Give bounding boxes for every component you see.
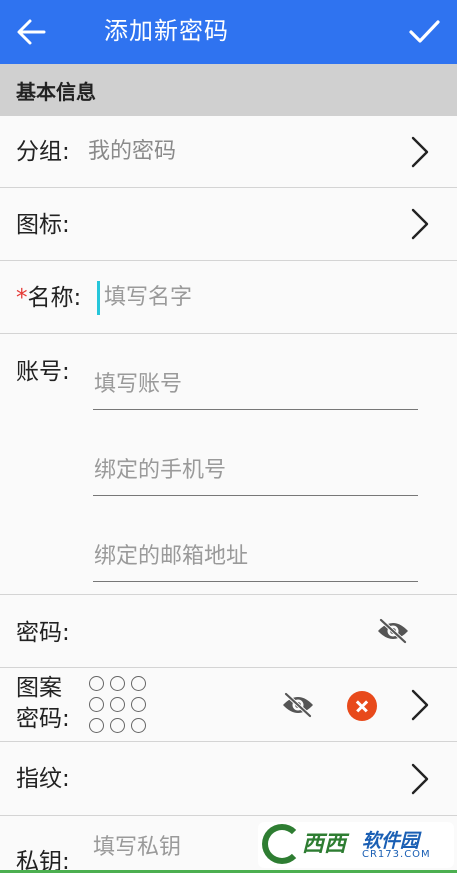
group-label: 分组: bbox=[16, 139, 70, 165]
icon-label: 图标: bbox=[16, 212, 70, 238]
pattern-dot bbox=[110, 718, 125, 733]
app-bar: 添加新密码 bbox=[0, 0, 457, 64]
pattern-dot bbox=[110, 676, 125, 691]
pattern-dot bbox=[89, 697, 104, 712]
check-icon[interactable] bbox=[407, 14, 441, 48]
required-mark: * bbox=[16, 285, 28, 311]
password-label: 密码: bbox=[16, 620, 70, 646]
chevron-right-icon[interactable] bbox=[409, 762, 431, 796]
pattern-dot bbox=[89, 718, 104, 733]
pattern-dot bbox=[89, 676, 104, 691]
logo-c-icon bbox=[262, 824, 302, 864]
name-row: *名称: 填写名字 bbox=[0, 261, 457, 334]
chevron-right-icon[interactable] bbox=[409, 135, 431, 169]
pattern-grid[interactable] bbox=[89, 676, 149, 736]
watermark-main: 西西 bbox=[302, 832, 347, 857]
group-row[interactable]: 分组: 我的密码 bbox=[0, 116, 457, 188]
pattern-dot bbox=[131, 718, 146, 733]
pattern-dot bbox=[131, 697, 146, 712]
page-title: 添加新密码 bbox=[104, 17, 229, 45]
phone-input[interactable]: 绑定的手机号 bbox=[93, 442, 418, 496]
account-input[interactable]: 填写账号 bbox=[93, 356, 418, 410]
pattern-label-2: 密码: bbox=[16, 706, 70, 732]
icon-row[interactable]: 图标: bbox=[0, 188, 457, 261]
pattern-password-row: 图案 密码: bbox=[0, 668, 457, 742]
account-label: 账号: bbox=[16, 359, 70, 385]
private-key-input[interactable]: 填写私钥 bbox=[93, 832, 181, 864]
section-header-basic-info: 基本信息 bbox=[0, 64, 457, 116]
private-key-label: 私钥: bbox=[16, 849, 70, 873]
name-label: 名称: bbox=[27, 285, 82, 311]
chevron-right-icon[interactable] bbox=[409, 207, 431, 241]
clear-icon[interactable] bbox=[347, 691, 377, 721]
pattern-dot bbox=[110, 697, 125, 712]
chevron-right-icon[interactable] bbox=[409, 688, 431, 722]
arrow-left-icon[interactable] bbox=[14, 16, 48, 48]
pattern-label-1: 图案 bbox=[16, 675, 62, 701]
section-title: 基本信息 bbox=[16, 80, 96, 104]
text-cursor bbox=[97, 281, 100, 315]
password-row: 密码: bbox=[0, 595, 457, 668]
pattern-dot bbox=[131, 676, 146, 691]
name-input[interactable]: 填写名字 bbox=[104, 282, 192, 314]
fingerprint-label: 指纹: bbox=[16, 766, 70, 792]
eye-off-icon[interactable] bbox=[376, 617, 410, 645]
email-input[interactable]: 绑定的邮箱地址 bbox=[93, 528, 418, 582]
watermark-logo: 西西 软件园 CR173.COM bbox=[258, 822, 454, 868]
fingerprint-row[interactable]: 指纹: bbox=[0, 742, 457, 816]
eye-off-icon[interactable] bbox=[281, 691, 315, 719]
watermark-url: CR173.COM bbox=[362, 849, 431, 860]
group-value: 我的密码 bbox=[88, 139, 177, 164]
account-row: 账号: 填写账号 绑定的手机号 绑定的邮箱地址 bbox=[0, 334, 457, 595]
